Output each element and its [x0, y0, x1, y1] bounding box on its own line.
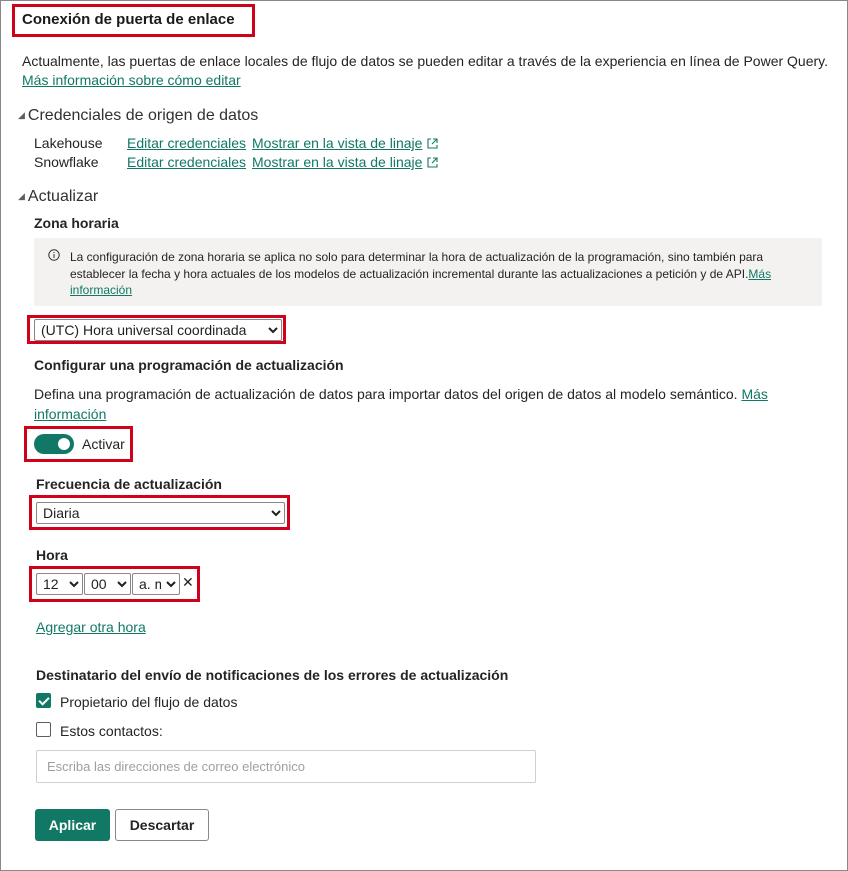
- email-addresses-input[interactable]: [36, 750, 536, 783]
- timezone-label: Zona horaria: [34, 215, 119, 231]
- info-icon: [48, 249, 60, 261]
- owner-checkbox[interactable]: [36, 693, 51, 708]
- refresh-section-header[interactable]: ◢ Actualizar: [18, 188, 98, 206]
- remove-time-button[interactable]: ✕: [182, 574, 194, 591]
- time-label: Hora: [36, 547, 68, 563]
- notifications-heading: Destinatario del envío de notificaciones…: [36, 667, 509, 683]
- add-time-link[interactable]: Agregar otra hora: [36, 619, 146, 635]
- schedule-more-link-2[interactable]: información: [34, 406, 106, 422]
- intro-text: Actualmente, las puertas de enlace local…: [22, 53, 829, 69]
- collapse-triangle-icon: ◢: [18, 109, 25, 120]
- frequency-label: Frecuencia de actualización: [36, 476, 222, 492]
- discard-button[interactable]: Descartar: [115, 809, 209, 841]
- schedule-label: Configurar una programación de actualiza…: [34, 357, 344, 373]
- owner-checkbox-label: Propietario del flujo de datos: [60, 694, 238, 710]
- credential-source-lakehouse: Lakehouse: [34, 135, 103, 151]
- open-external-icon: [427, 137, 438, 149]
- edit-credentials-lakehouse[interactable]: Editar credenciales: [127, 135, 246, 151]
- timezone-info-more-link-2[interactable]: información: [70, 282, 132, 299]
- intro-edit-link[interactable]: Más información sobre cómo editar: [22, 72, 241, 88]
- schedule-description: Defina una programación de actualización…: [34, 384, 794, 424]
- refresh-heading: Actualizar: [27, 188, 99, 205]
- timezone-info-text: establecer la fecha y hora actuales de l…: [70, 267, 749, 281]
- ampm-select[interactable]: a. m: [132, 573, 180, 595]
- lineage-link-snowflake[interactable]: Mostrar en la vista de linaje: [252, 154, 438, 170]
- toggle-label: Activar: [82, 436, 125, 452]
- contacts-checkbox-label: Estos contactos:: [60, 723, 163, 739]
- lineage-link-label: Mostrar en la vista de linaje: [252, 154, 423, 170]
- schedule-desc-text: Defina una programación de actualización…: [34, 386, 738, 402]
- schedule-toggle[interactable]: [34, 434, 74, 454]
- hour-select[interactable]: 12: [36, 573, 83, 595]
- edit-credentials-snowflake[interactable]: Editar credenciales: [127, 154, 246, 170]
- timezone-info-more-link[interactable]: Más: [748, 267, 771, 281]
- credential-source-snowflake: Snowflake: [34, 154, 99, 170]
- open-external-icon: [427, 156, 438, 168]
- minute-select[interactable]: 00: [84, 573, 131, 595]
- lineage-link-label: Mostrar en la vista de linaje: [252, 135, 423, 151]
- credentials-section-header[interactable]: ◢ Credenciales de origen de datos: [18, 107, 258, 125]
- frequency-select[interactable]: Diaria: [36, 502, 285, 524]
- credentials-heading: Credenciales de origen de datos: [27, 107, 259, 124]
- toggle-knob: [58, 438, 70, 450]
- timezone-select[interactable]: (UTC) Hora universal coordinada: [34, 319, 282, 341]
- timezone-info-line-2: establecer la fecha y hora actuales de l…: [70, 266, 771, 283]
- schedule-more-link[interactable]: Más: [741, 386, 767, 402]
- timezone-info-line-1: La configuración de zona horaria se apli…: [70, 250, 764, 264]
- page-title: Conexión de puerta de enlace: [22, 11, 235, 28]
- collapse-triangle-icon: ◢: [18, 190, 25, 201]
- apply-button[interactable]: Aplicar: [35, 809, 110, 841]
- contacts-checkbox[interactable]: [36, 722, 51, 737]
- lineage-link-lakehouse[interactable]: Mostrar en la vista de linaje: [252, 135, 438, 151]
